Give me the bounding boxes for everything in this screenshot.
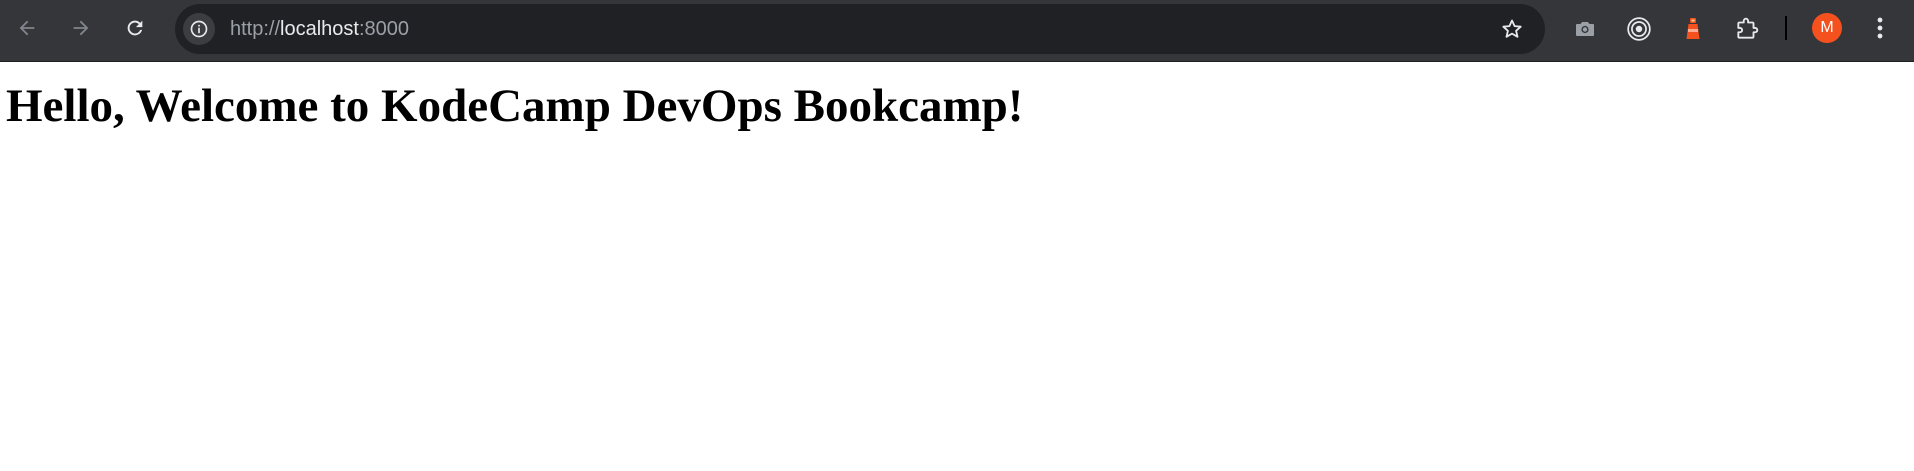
url-scheme: http://: [230, 18, 281, 40]
puzzle-icon: [1737, 17, 1759, 39]
target-icon: [1627, 17, 1651, 41]
lighthouse-icon: [1686, 18, 1700, 39]
toolbar-divider: [1785, 16, 1787, 40]
star-icon: [1502, 19, 1522, 38]
page-heading: Hello, Welcome to KodeCamp DevOps Bookca…: [6, 80, 1024, 132]
arrow-left-icon: [19, 20, 35, 36]
profile-avatar[interactable]: M: [1812, 13, 1842, 43]
camera-icon: [1576, 22, 1594, 36]
forward-button[interactable]: [63, 10, 99, 46]
info-icon: [190, 20, 208, 38]
extension-lighthouse[interactable]: [1678, 14, 1708, 44]
browser-toolbar: http://localhost:8000 M: [0, 0, 1914, 62]
reload-button[interactable]: [117, 10, 153, 46]
url-host: localhost: [280, 18, 359, 40]
bookmark-button[interactable]: [1499, 16, 1525, 42]
browser-menu-button[interactable]: [1868, 13, 1892, 43]
url-text[interactable]: http://localhost:8000: [230, 4, 409, 54]
url-port: :8000: [358, 18, 410, 40]
kebab-menu-icon: [1877, 17, 1883, 39]
address-bar[interactable]: http://localhost:8000: [175, 4, 1545, 54]
extension-target[interactable]: [1624, 14, 1654, 44]
reload-icon: [127, 20, 143, 36]
site-info-button[interactable]: [183, 13, 215, 45]
page-content: Hello, Welcome to KodeCamp DevOps Bookca…: [0, 62, 1914, 471]
extension-camera[interactable]: [1570, 14, 1600, 44]
extensions-button[interactable]: [1732, 14, 1762, 44]
back-button[interactable]: [9, 10, 45, 46]
arrow-right-icon: [73, 20, 89, 36]
